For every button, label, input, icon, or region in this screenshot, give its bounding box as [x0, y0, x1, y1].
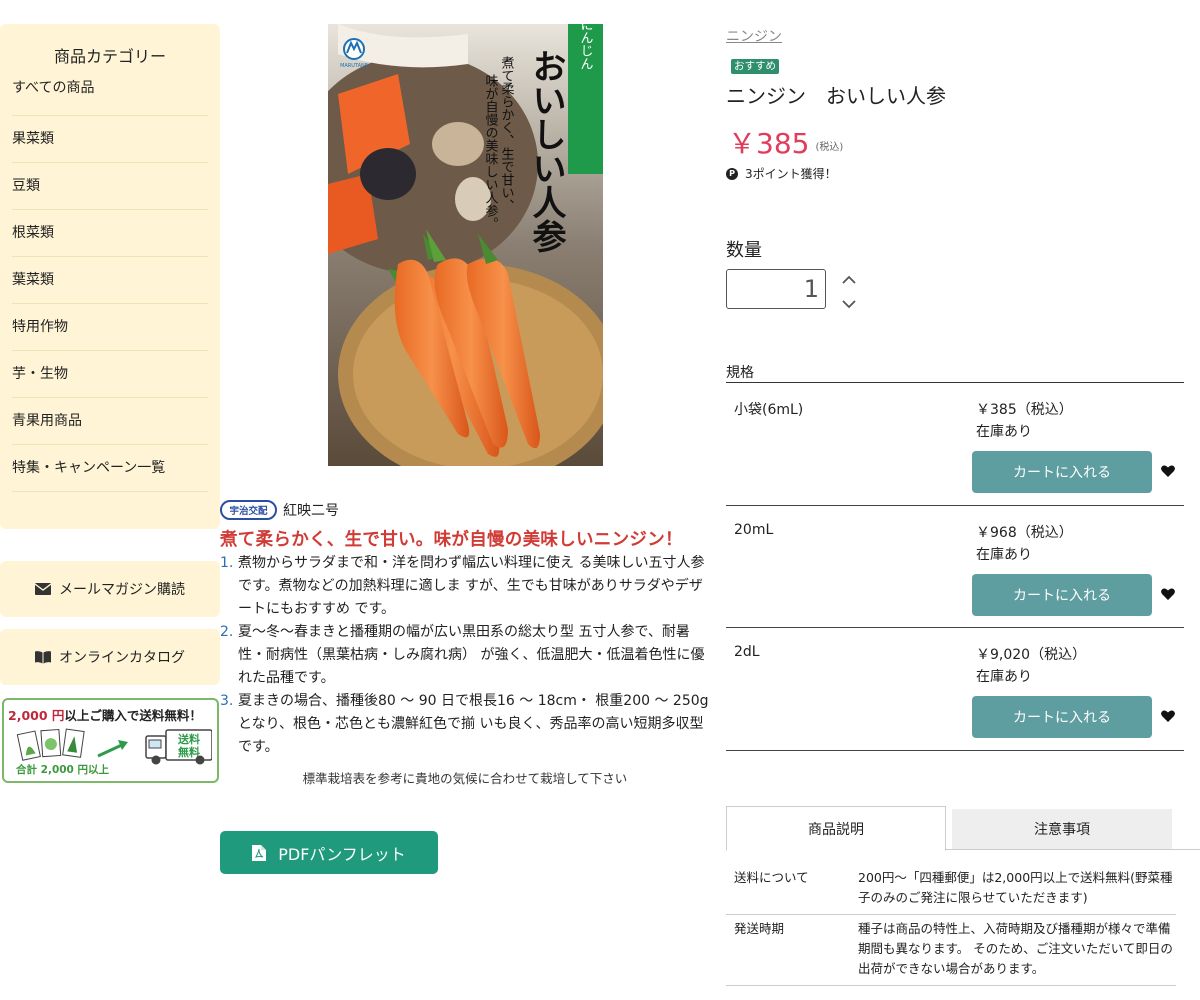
- envelope-icon: [35, 583, 51, 595]
- free-shipping-amount: 2,000 円: [8, 708, 65, 723]
- cultivation-note: 標準栽培表を参考に貴地の気候に合わせて栽培して下さい: [302, 771, 628, 786]
- chevron-up-icon[interactable]: [840, 272, 858, 288]
- product-price-block: ￥385 (税込): [728, 122, 843, 162]
- feature-list: 1. 煮物からサラダまで和・洋を問わず幅広い料理に使え る美味しい五寸人参です。…: [220, 552, 710, 759]
- heart-icon[interactable]: [1160, 463, 1176, 479]
- category-item-leaf-vegetables[interactable]: 葉菜類: [12, 257, 208, 304]
- free-shipping-headline: 2,000 円以上ご購入で送料無料！: [8, 705, 202, 724]
- category-item-root-vegetables[interactable]: 根菜類: [12, 210, 208, 257]
- mail-magazine-label: メールマガジン購読: [59, 582, 185, 598]
- info-row: 送料について 200円〜「四種郵便」は2,000円以上で送料無料(野菜種子のみの…: [726, 864, 1176, 915]
- product-info-tabs: 商品説明 注意事項: [726, 806, 1200, 851]
- category-sidebar: 商品カテゴリー すべての商品 果菜類 豆類 根菜類 葉菜類 特用作物 芋・生物 …: [0, 24, 220, 529]
- packet-tagline-1: 煮て柔らかく、生で甘い、: [499, 56, 515, 212]
- catchphrase: 煮て柔らかく、生で甘い。味が自慢の美味しいニンジン！: [220, 530, 683, 550]
- free-shipping-subtext: 合計 2,000 円以上: [16, 764, 110, 776]
- product-price: ￥385: [728, 127, 810, 160]
- points-text: 3ポイント獲得！: [745, 167, 837, 181]
- spec-stock: 在庫あり: [976, 424, 1032, 440]
- spec-name: 20mL: [734, 521, 774, 538]
- category-item-campaigns[interactable]: 特集・キャンペーン一覧: [12, 445, 208, 492]
- feature-item: 1. 煮物からサラダまで和・洋を問わず幅広い料理に使え る美味しい五寸人参です。…: [220, 552, 710, 621]
- add-to-cart-button[interactable]: カートに入れる: [972, 696, 1152, 738]
- spec-row: 20mL ￥968（税込） 在庫あり カートに入れる: [726, 506, 1184, 628]
- pdf-file-icon: [252, 844, 267, 861]
- quantity-label: 数量: [726, 240, 762, 261]
- category-list: すべての商品 果菜類 豆類 根菜類 葉菜類 特用作物 芋・生物 青果用商品 特集…: [12, 73, 208, 492]
- brand-badge: 宇治交配: [220, 500, 277, 520]
- add-to-cart-button[interactable]: カートに入れる: [972, 573, 1152, 616]
- category-item-produce[interactable]: 青果用商品: [12, 398, 208, 445]
- spec-table: 小袋(6mL) ￥385（税込） 在庫あり カートに入れる 20mL ￥968（…: [726, 382, 1184, 751]
- points-info: P 3ポイント獲得！: [726, 165, 837, 182]
- free-shipping-banner[interactable]: 2,000 円以上ご購入で送料無料！ 送料 無料 合計 2,000 円以上: [2, 698, 219, 783]
- truck-label-free: 無料: [178, 745, 200, 759]
- feature-number: 2.: [220, 624, 234, 640]
- info-value: 200円〜「四種郵便」は2,000円以上で送料無料(野菜種子のみのご発注に限らせ…: [858, 870, 1173, 905]
- recommended-badge: おすすめ: [731, 59, 779, 74]
- category-heading: 商品カテゴリー: [53, 47, 166, 66]
- tab-product-description[interactable]: 商品説明: [726, 806, 946, 851]
- category-item-special-crops[interactable]: 特用作物: [12, 304, 208, 351]
- spec-stock: 在庫あり: [976, 546, 1032, 563]
- product-image[interactable]: にんじん おいしい人参 煮て柔らかく、生で甘い、 味が自慢の美味しい人参。 MA…: [328, 24, 603, 466]
- info-value: 種子は商品の特性上、入荷時期及び播種期が様々で準備期間も異なります。 そのため、…: [858, 921, 1173, 976]
- category-item-fruit-vegetables[interactable]: 果菜類: [12, 116, 208, 163]
- pdf-pamphlet-label: PDFパンフレット: [278, 844, 406, 864]
- tab-notes[interactable]: 注意事項: [952, 809, 1172, 849]
- variety-name: 紅映二号: [283, 503, 339, 519]
- mail-magazine-button[interactable]: メールマガジン購読: [0, 561, 220, 617]
- packet-tagline-2: 味が自慢の美味しい人参。: [483, 74, 499, 230]
- tax-note: (税込): [815, 141, 844, 153]
- online-catalog-label: オンラインカタログ: [59, 650, 185, 666]
- packet-logo-text: MARUTANE: [340, 63, 368, 69]
- seed-packets-truck-illustration: 送料 無料: [16, 728, 212, 765]
- feature-text: 煮物からサラダまで和・洋を問わず幅広い料理に使え る美味しい五寸人参です。煮物な…: [238, 555, 705, 617]
- info-key: 送料について: [734, 870, 809, 885]
- product-info-table: 送料について 200円〜「四種郵便」は2,000円以上で送料無料(野菜種子のみの…: [726, 864, 1176, 986]
- feature-item: 3. 夏まきの場合、播種後80 〜 90 日で根長16 〜 18cm・ 根重20…: [220, 690, 710, 759]
- product-title: ニンジン おいしい人参: [726, 84, 946, 108]
- book-icon: [35, 651, 51, 664]
- chevron-down-icon[interactable]: [840, 296, 858, 312]
- spec-price: ￥385（税込）: [976, 402, 1073, 418]
- seed-packet-image: にんじん おいしい人参 煮て柔らかく、生で甘い、 味が自慢の美味しい人参。 MA…: [328, 24, 603, 466]
- brand-row: 宇治交配 紅映二号: [220, 500, 339, 520]
- heart-icon[interactable]: [1160, 586, 1176, 602]
- spec-stock: 在庫あり: [976, 669, 1032, 685]
- spec-label: 規格: [726, 365, 754, 381]
- feature-text: 夏まきの場合、播種後80 〜 90 日で根長16 〜 18cm・ 根重200 〜…: [238, 693, 709, 755]
- add-to-cart-button[interactable]: カートに入れる: [972, 451, 1152, 493]
- spec-name: 小袋(6mL): [734, 402, 804, 418]
- category-item-potatoes[interactable]: 芋・生物: [12, 351, 208, 398]
- feature-number: 3.: [220, 693, 234, 709]
- info-row: 発送時期 種子は商品の特性上、入荷時期及び播種期が様々で準備期間も異なります。 …: [726, 915, 1176, 986]
- spec-row: 小袋(6mL) ￥385（税込） 在庫あり カートに入れる: [726, 383, 1184, 506]
- breadcrumb-category-link[interactable]: ニンジン: [726, 26, 782, 46]
- packet-main-text: おいしい人参: [526, 49, 566, 253]
- online-catalog-button[interactable]: オンラインカタログ: [0, 629, 220, 685]
- category-item-beans[interactable]: 豆類: [12, 163, 208, 210]
- free-shipping-text: 以上ご購入で送料無料！: [64, 708, 202, 723]
- truck-label-shipping: 送料: [177, 732, 200, 746]
- quantity-input[interactable]: [726, 269, 826, 309]
- spec-row: 2dL ￥9,020（税込） 在庫あり カートに入れる: [726, 628, 1184, 751]
- spec-price: ￥968（税込）: [976, 524, 1073, 541]
- feature-item: 2. 夏〜冬〜春まきと播種期の幅が広い黒田系の総太り型 五寸人参で、耐暑性・耐病…: [220, 621, 710, 690]
- feature-number: 1.: [220, 555, 234, 571]
- points-icon: P: [726, 167, 738, 180]
- pdf-pamphlet-button[interactable]: PDFパンフレット: [220, 831, 438, 874]
- heart-icon[interactable]: [1160, 708, 1176, 724]
- packet-vertical-label: にんじん: [578, 24, 593, 70]
- category-item-all[interactable]: すべての商品: [12, 73, 208, 116]
- spec-price: ￥9,020（税込）: [976, 647, 1087, 663]
- info-key: 発送時期: [734, 921, 785, 936]
- feature-text: 夏〜冬〜春まきと播種期の幅が広い黒田系の総太り型 五寸人参で、耐暑性・耐病性（黒…: [238, 624, 705, 686]
- spec-name: 2dL: [734, 644, 760, 660]
